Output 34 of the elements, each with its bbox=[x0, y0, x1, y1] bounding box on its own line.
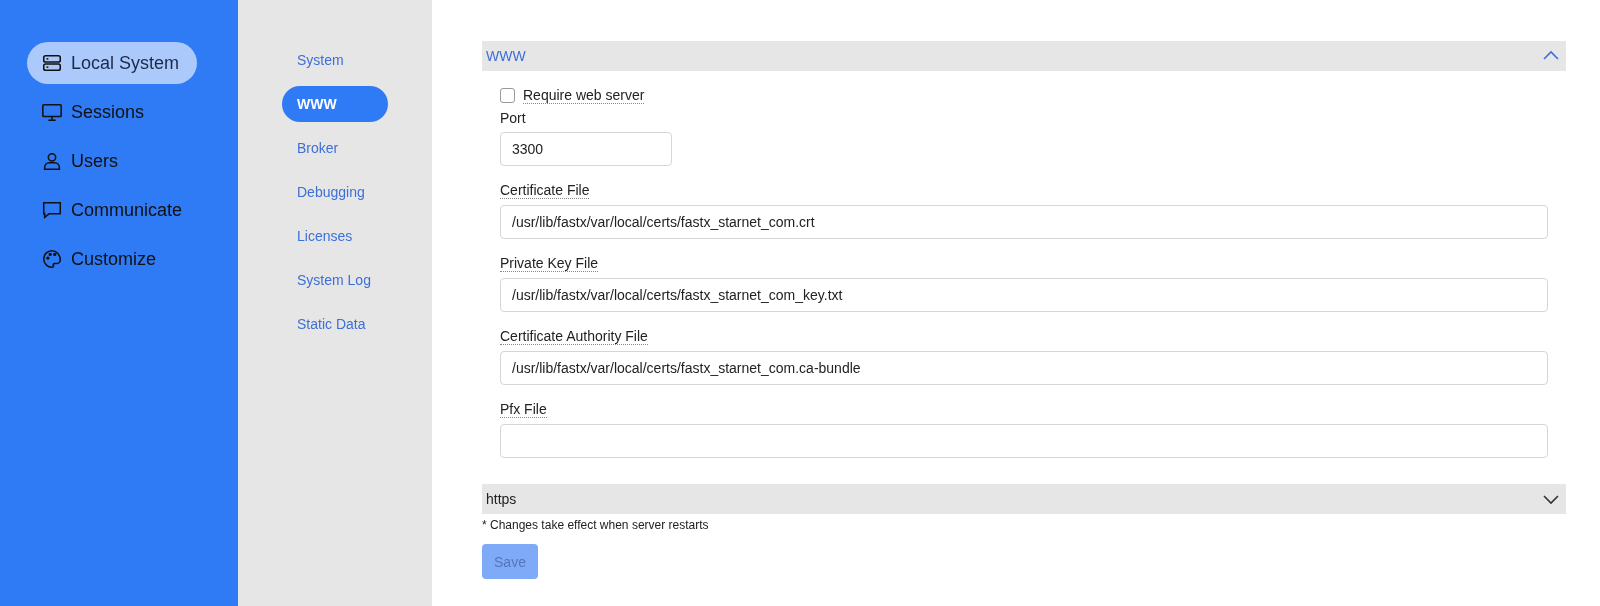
field-label: Certificate Authority File bbox=[500, 328, 648, 345]
subnav-item[interactable]: Broker bbox=[282, 130, 388, 166]
subnav-item[interactable]: System bbox=[282, 42, 388, 78]
chevron-up-icon bbox=[1542, 50, 1560, 62]
subnav-item[interactable]: WWW bbox=[282, 86, 388, 122]
section-header[interactable]: WWW bbox=[482, 41, 1566, 71]
palette-icon bbox=[41, 248, 63, 270]
checkbox-label: Require web server bbox=[523, 87, 645, 104]
user-icon bbox=[41, 150, 63, 172]
chevron-down-icon bbox=[1542, 493, 1560, 505]
input-field[interactable]: /usr/lib/fastx/var/local/certs/fastx_starnet_com.crt bbox=[500, 205, 1548, 239]
chat-bubble-icon bbox=[41, 199, 63, 221]
field-label: Certificate File bbox=[500, 182, 590, 199]
input-field[interactable]: 3300 bbox=[500, 132, 672, 166]
input-field[interactable]: /usr/lib/fastx/var/local/certs/fastx_starnet_com.ca-bundle bbox=[500, 351, 1548, 385]
subnav-item[interactable]: Static Data bbox=[282, 306, 388, 342]
restart-note: * Changes take effect when server restarts bbox=[482, 518, 710, 532]
subnav-item[interactable]: Licenses bbox=[282, 218, 388, 254]
monitor-icon bbox=[41, 101, 63, 123]
checkbox[interactable] bbox=[500, 88, 515, 103]
sidebar-item[interactable]: Communicate bbox=[27, 189, 201, 231]
input-field[interactable]: /usr/lib/fastx/var/local/certs/fastx_starnet_com_key.txt bbox=[500, 278, 1548, 312]
field-label: Port bbox=[500, 110, 526, 126]
sidebar-item[interactable]: Users bbox=[27, 140, 136, 182]
sidebar-item[interactable]: Customize bbox=[27, 238, 175, 280]
sidebar-item[interactable]: Local System bbox=[27, 42, 198, 84]
input-field[interactable] bbox=[500, 424, 1548, 458]
field-label: Pfx File bbox=[500, 401, 547, 418]
field-label: Private Key File bbox=[500, 255, 599, 272]
subnav-item[interactable]: System Log bbox=[282, 262, 388, 298]
subnav-item[interactable]: Debugging bbox=[282, 174, 388, 210]
section-header[interactable]: https bbox=[482, 484, 1566, 514]
server-icon bbox=[41, 52, 63, 74]
sidebar-item[interactable]: Sessions bbox=[27, 91, 163, 133]
